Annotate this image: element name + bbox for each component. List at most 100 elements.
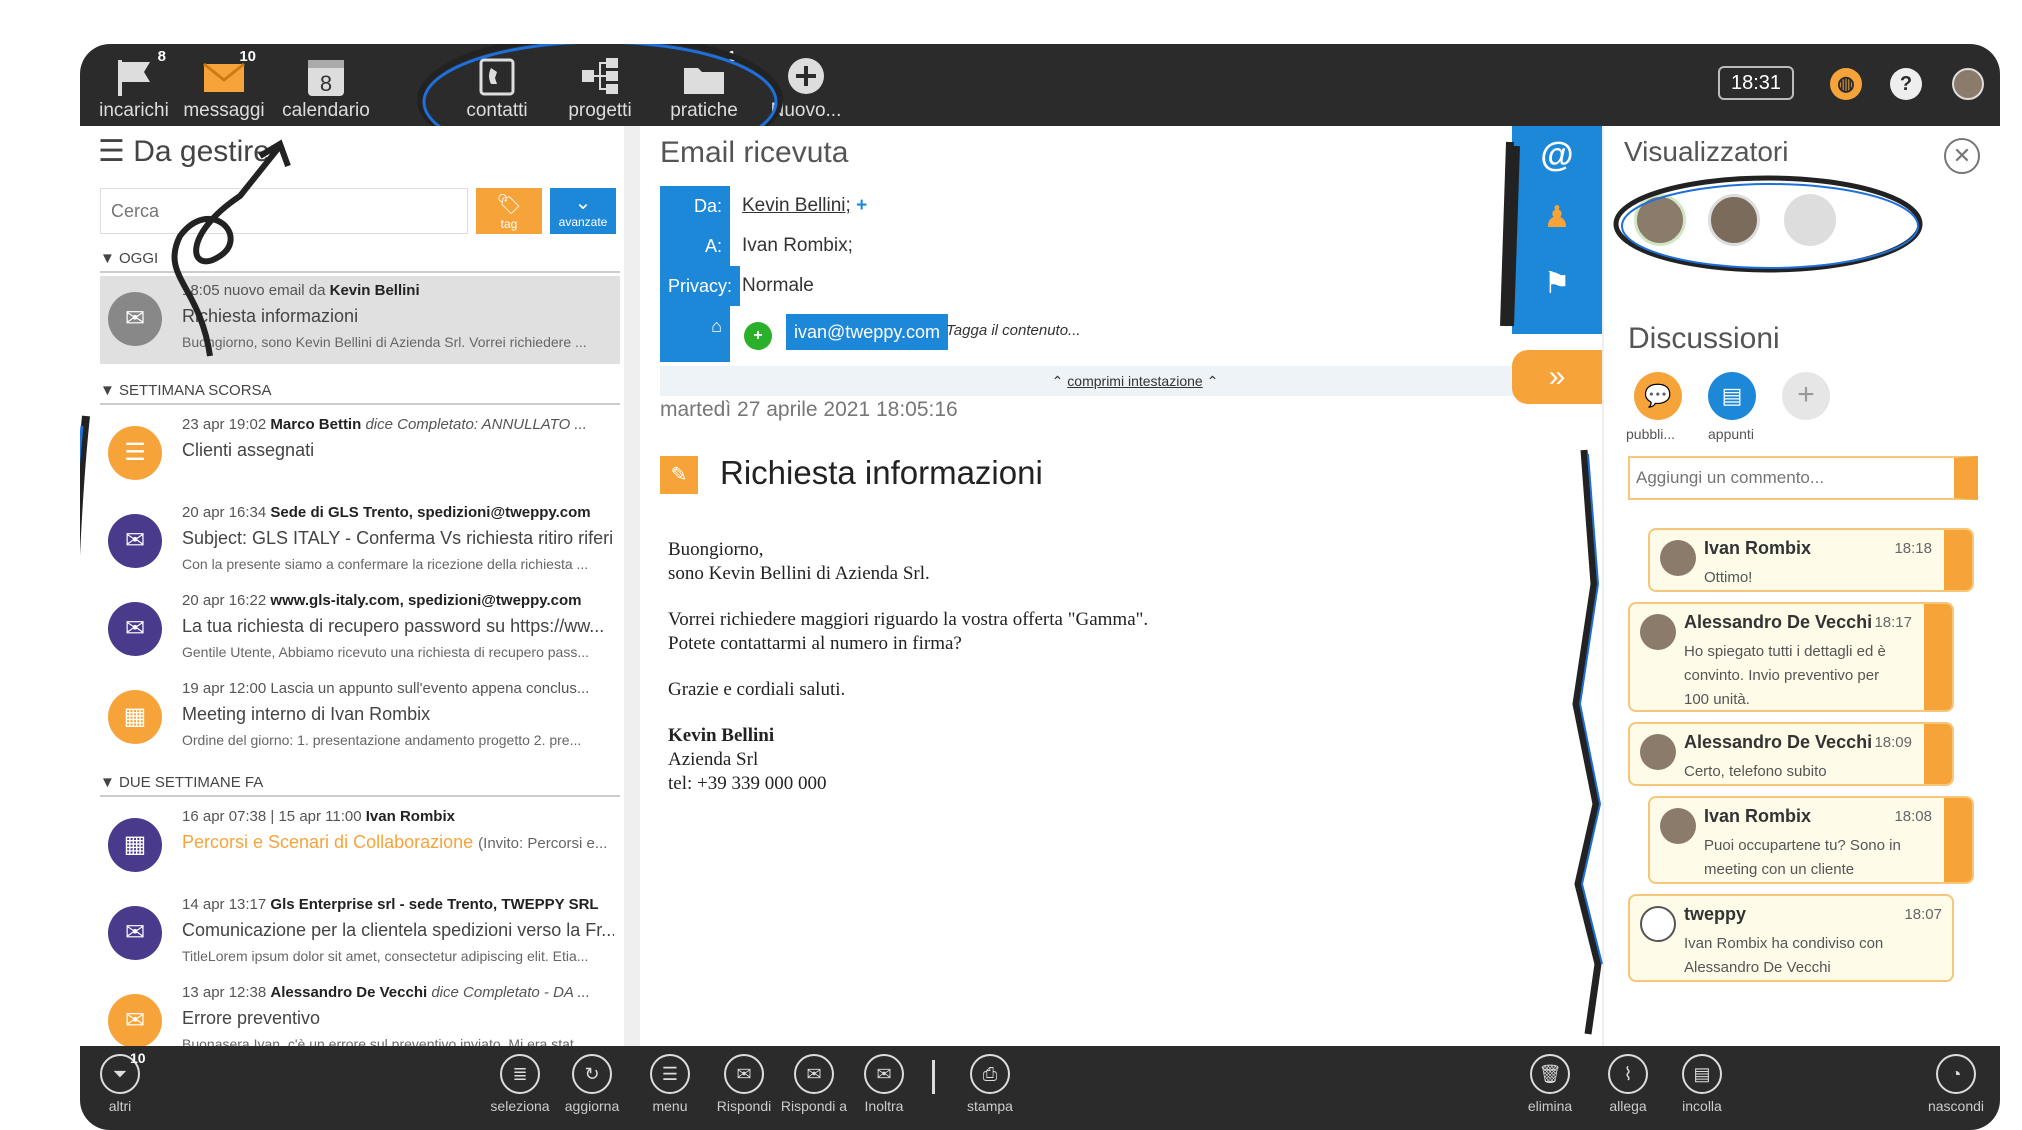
advanced-filter-button[interactable]: ⌄ avanzate xyxy=(550,188,616,234)
toolbar-label: pratiche xyxy=(670,100,738,121)
refresh-button[interactable]: ↻ aggiorna xyxy=(552,1054,632,1114)
forward-button[interactable]: ✉ Inoltra xyxy=(844,1054,924,1114)
notes-icon[interactable]: ▤ xyxy=(1708,372,1756,420)
toolbar-contatti[interactable]: contatti xyxy=(447,50,547,124)
reply-button[interactable]: ✉ Rispondi xyxy=(704,1054,784,1114)
print-icon: ⎙ xyxy=(970,1054,1010,1094)
button-label: stampa xyxy=(967,1098,1013,1114)
item-meta: 19 apr 12:00 Lascia un appunto sull'even… xyxy=(182,680,590,697)
calendar-event-icon: ▦ xyxy=(108,818,162,872)
paste-button[interactable]: ▤ incolla xyxy=(1662,1054,1742,1114)
top-toolbar: 8 incarichi 10 messaggi 8 calendario con… xyxy=(80,44,2000,167)
delete-button[interactable]: 🗑 elimina xyxy=(1510,1054,1590,1114)
tag-input[interactable]: Tagga il contenuto... xyxy=(946,322,1081,339)
comment-text: Puoi occupartene tu? Sono in meeting con… xyxy=(1704,837,1901,878)
item-title: Clienti assegnati xyxy=(182,440,315,460)
list-item[interactable]: ✉ 20 apr 16:34 Sede di GLS Trento, spedi… xyxy=(100,498,620,586)
email-tab-icon[interactable]: @ xyxy=(1512,136,1602,190)
hide-button[interactable]: ◔ nascondi xyxy=(1916,1054,1996,1114)
comment-card[interactable]: Ivan Rombix 18:08 Puoi occupartene tu? S… xyxy=(1648,796,1974,884)
collapse-header-link[interactable]: ⌃ comprimi intestazione ⌃ xyxy=(660,366,1610,396)
section-header-today: ▼ OGGI xyxy=(100,250,620,273)
flag-tab-icon[interactable]: ⚑ xyxy=(1512,266,1602,320)
toolbar-calendario[interactable]: 8 calendario xyxy=(276,50,376,124)
comment-card[interactable]: tweppy 18:07 Ivan Rombix ha condiviso co… xyxy=(1628,894,1954,982)
toolbar-progetti[interactable]: progetti xyxy=(550,50,650,124)
task-icon: ☰ xyxy=(108,426,162,480)
list-item[interactable]: ▦ 16 apr 07:38 | 15 apr 11:00 Ivan Rombi… xyxy=(100,802,620,890)
list-item[interactable]: ☰ 23 apr 19:02 Marco Bettin dice Complet… xyxy=(100,410,620,498)
toolbar-pratiche[interactable]: 1 pratiche xyxy=(654,48,754,124)
expand-chevron-icon[interactable]: » xyxy=(1512,350,1602,404)
tag-icon: 🏷 xyxy=(496,194,522,216)
comment-card[interactable]: Alessandro De Vecchi 18:09 Certo, telefo… xyxy=(1628,722,1954,786)
privacy-value[interactable]: Normale xyxy=(742,266,814,306)
people-tab-icon[interactable]: ♟ xyxy=(1512,200,1602,254)
add-discussion-icon[interactable]: + xyxy=(1782,372,1830,420)
user-avatar[interactable] xyxy=(1952,68,1984,100)
tag-chip[interactable]: ivan@tweppy.com xyxy=(786,314,948,350)
panel-title-text: Da gestire xyxy=(133,135,270,168)
help-icon[interactable]: ? xyxy=(1890,68,1922,100)
incarichi-badge: 8 xyxy=(157,48,166,65)
list-item[interactable]: ✉ 18:05 nuovo email da Kevin Bellini Ric… xyxy=(100,276,620,364)
list-item[interactable]: ✉ 14 apr 13:17 Gls Enterprise srl - sede… xyxy=(100,890,620,978)
comment-input[interactable] xyxy=(1628,456,1978,500)
list-item[interactable]: ▦ 19 apr 12:00 Lascia un appunto sull'ev… xyxy=(100,674,620,762)
add-tag-icon[interactable]: + xyxy=(744,322,772,350)
from-value[interactable]: Kevin Bellini; + xyxy=(742,186,867,226)
filter-badge: 10 xyxy=(130,1050,146,1066)
button-label: Rispondi a xyxy=(780,1098,848,1114)
clock-display: 18:31 xyxy=(1718,66,1794,100)
menu-button[interactable]: ☰ menu xyxy=(630,1054,710,1114)
reply-all-button[interactable]: ✉ Rispondi a xyxy=(774,1054,854,1114)
toolbar-incarichi[interactable]: 8 incarichi xyxy=(84,48,184,124)
comment-card[interactable]: Ivan Rombix 18:18 Ottimo! xyxy=(1648,528,1974,592)
bracket-annotation xyxy=(80,415,90,556)
select-button[interactable]: ≣ seleziona xyxy=(480,1054,560,1114)
tweppy-logo xyxy=(1640,906,1676,942)
button-label: aggiorna xyxy=(564,1098,620,1114)
reply-actions[interactable] xyxy=(1924,724,1952,784)
bottom-toolbar: ⏷ altri 10 ≣ seleziona ↻ aggiorna ☰ menu ✉ R… xyxy=(80,1046,2000,1130)
mail-icon: ✉ xyxy=(108,602,162,656)
section-header-last-week: ▼ SETTIMANA SCORSA xyxy=(100,382,620,405)
globe-icon[interactable]: ◍ xyxy=(1830,68,1862,100)
toolbar-divider xyxy=(932,1060,935,1094)
avatar xyxy=(1640,614,1676,650)
reply-actions[interactable] xyxy=(1924,604,1952,710)
reply-actions[interactable] xyxy=(1944,530,1972,590)
add-viewer-icon[interactable] xyxy=(1784,194,1836,246)
comment-card[interactable]: Alessandro De Vecchi 18:17 Ho spiegato t… xyxy=(1628,602,1954,712)
to-value[interactable]: Ivan Rombix; xyxy=(742,226,853,266)
toolbar-nuovo[interactable]: Nuovo... xyxy=(756,50,856,124)
toolbar-label: progetti xyxy=(568,100,632,121)
button-label: Inoltra xyxy=(864,1098,904,1114)
search-input[interactable] xyxy=(100,188,468,234)
folder-icon: 1 xyxy=(680,48,736,98)
pratiche-badge: 1 xyxy=(727,48,736,65)
item-meta: 14 apr 13:17 Gls Enterprise srl - sede T… xyxy=(182,896,599,913)
app-frame: 8 incarichi 10 messaggi 8 calendario con… xyxy=(80,44,2000,1130)
print-button[interactable]: ⎙ stampa xyxy=(950,1054,1030,1114)
tag-filter-button[interactable]: 🏷 tag xyxy=(476,188,542,234)
comment-author: Ivan Rombix xyxy=(1704,806,1812,826)
button-label: altri xyxy=(108,1098,132,1114)
avatar xyxy=(1660,540,1696,576)
publish-label: pubbli... xyxy=(1626,426,1676,442)
button-label: menu xyxy=(652,1098,688,1114)
viewer-avatar[interactable] xyxy=(1634,194,1686,246)
filter-more-button[interactable]: ⏷ altri 10 xyxy=(80,1050,160,1114)
item-meta: 20 apr 16:34 Sede di GLS Trento, spedizi… xyxy=(182,504,591,521)
publish-icon[interactable]: 💬 xyxy=(1634,372,1682,420)
item-preview: TitleLorem ipsum dolor sit amet, consect… xyxy=(182,948,589,964)
toolbar-messaggi[interactable]: 10 messaggi xyxy=(174,48,274,124)
avatar xyxy=(1640,734,1676,770)
comment-time: 18:09 xyxy=(1874,734,1912,751)
notes-label: appunti xyxy=(1708,426,1754,442)
attach-button[interactable]: ⌇ allega xyxy=(1588,1054,1668,1114)
list-item[interactable]: ✉ 20 apr 16:22 www.gls-italy.com, spediz… xyxy=(100,586,620,674)
viewer-avatar[interactable] xyxy=(1708,194,1760,246)
reply-actions[interactable] xyxy=(1944,798,1972,882)
close-icon[interactable]: ✕ xyxy=(1944,138,1980,174)
